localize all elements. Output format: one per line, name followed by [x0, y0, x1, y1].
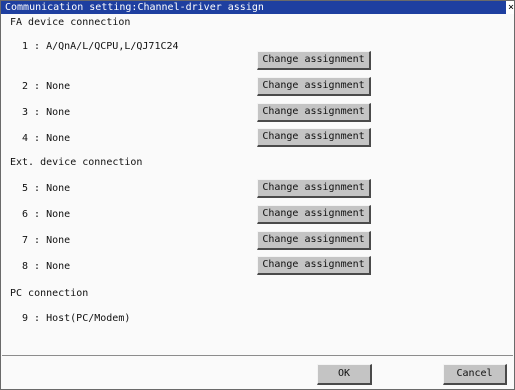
change-assignment-button-ch3[interactable]: Change assignment — [257, 103, 371, 122]
channel-3-label: 3 : None — [22, 107, 71, 118]
footer-divider — [2, 355, 513, 356]
window-title: Communication setting:Channel-driver ass… — [5, 2, 264, 13]
channel-4-label: 4 : None — [22, 133, 71, 144]
channel-6-label: 6 : None — [22, 209, 71, 220]
close-icon[interactable]: × — [506, 1, 514, 14]
channel-2-label: 2 : None — [22, 81, 71, 92]
channel-7-label: 7 : None — [22, 235, 71, 246]
change-assignment-button-ch8[interactable]: Change assignment — [257, 256, 371, 275]
channel-8-label: 8 : None — [22, 261, 71, 272]
dialog-window: Communication setting:Channel-driver ass… — [0, 0, 515, 390]
section-fa-device-connection: FA device connection — [10, 17, 131, 28]
change-assignment-button-ch1[interactable]: Change assignment — [257, 51, 371, 70]
channel-9-label: 9 : Host(PC/Modem) — [22, 313, 131, 324]
channel-1-label: 1 : A/QnA/L/QCPU,L/QJ71C24 — [22, 41, 179, 52]
change-assignment-button-ch4[interactable]: Change assignment — [257, 128, 371, 147]
channel-5-label: 5 : None — [22, 183, 71, 194]
title-bar: Communication setting:Channel-driver ass… — [1, 1, 514, 14]
change-assignment-button-ch6[interactable]: Change assignment — [257, 205, 371, 224]
change-assignment-button-ch7[interactable]: Change assignment — [257, 231, 371, 250]
cancel-button[interactable]: Cancel — [443, 364, 507, 385]
change-assignment-button-ch5[interactable]: Change assignment — [257, 179, 371, 198]
ok-button[interactable]: OK — [317, 364, 372, 385]
section-pc-connection: PC connection — [10, 288, 89, 299]
section-ext-device-connection: Ext. device connection — [10, 157, 143, 168]
change-assignment-button-ch2[interactable]: Change assignment — [257, 77, 371, 96]
